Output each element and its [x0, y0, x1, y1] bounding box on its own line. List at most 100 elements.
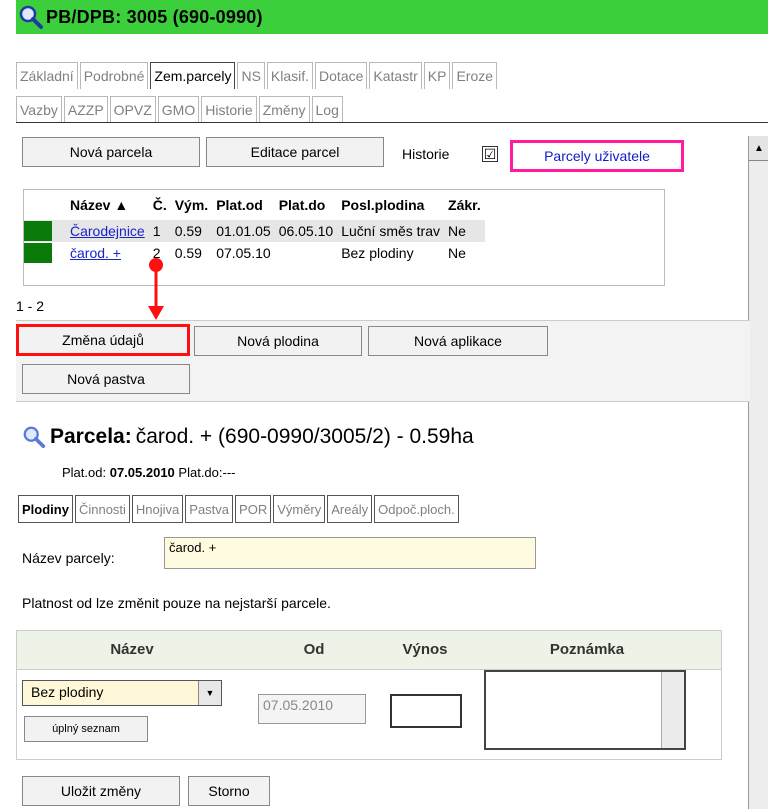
row-od: 07.05.10: [216, 245, 271, 261]
parcel-value: čarod. + (690-0990/3005/2) - 0.59ha: [135, 425, 474, 448]
plat-do-value: ---: [222, 465, 236, 480]
crop-select-value: Bez plodiny: [31, 684, 104, 700]
row-do: 06.05.10: [278, 223, 334, 239]
history-label: Historie: [402, 146, 450, 162]
tab-row-1: Základní Podrobné Zem.parcely NS Klasif.…: [16, 62, 499, 89]
tab-klasif[interactable]: Klasif.: [266, 62, 314, 89]
row-zakr: Ne: [448, 245, 466, 261]
name-field-input[interactable]: čarod. +: [164, 537, 536, 569]
textarea-scrollbar[interactable]: [661, 672, 684, 748]
change-data-button[interactable]: Změna údajů: [16, 324, 190, 356]
tab-gmo[interactable]: GMO: [157, 96, 200, 123]
tab-dotace[interactable]: Dotace: [315, 62, 368, 89]
row-plodina: Luční směs trav: [341, 223, 441, 239]
tab-vazby[interactable]: Vazby: [16, 96, 62, 123]
subtab-cinnosti[interactable]: Činnosti: [74, 495, 130, 523]
row-vym: 0.59: [174, 223, 202, 239]
col-od: Od: [303, 641, 325, 658]
tab-azzp[interactable]: AZZP: [63, 96, 108, 123]
new-application-button[interactable]: Nová aplikace: [368, 326, 548, 356]
tab-zakladni[interactable]: Základní: [16, 62, 78, 89]
search-icon: [19, 5, 43, 29]
tab-underline: [16, 122, 768, 123]
tab-zmeny[interactable]: Změny: [258, 96, 310, 123]
plat-od-label: Plat.od:: [62, 465, 107, 480]
col-vym[interactable]: Vým.: [171, 190, 212, 220]
page-title: PB/DPB: 3005 (690-0990): [46, 6, 263, 27]
save-changes-button[interactable]: Uložit změny: [22, 776, 180, 806]
note-textarea[interactable]: [484, 670, 686, 750]
row-do: [275, 242, 338, 264]
scroll-up-arrow-icon[interactable]: ▲: [749, 136, 768, 161]
yield-input[interactable]: [390, 694, 462, 728]
row-od: 01.01.05: [216, 223, 271, 239]
history-checkbox[interactable]: ☑: [482, 146, 498, 162]
row-c: 1: [152, 223, 161, 239]
tab-log[interactable]: Log: [311, 96, 343, 123]
tab-historie[interactable]: Historie: [201, 96, 257, 123]
col-nazev: Název: [110, 641, 154, 658]
col-color: [24, 190, 66, 220]
chevron-down-icon[interactable]: ▼: [198, 681, 221, 705]
col-name[interactable]: Název ▲: [66, 190, 149, 220]
tab-ns[interactable]: NS: [237, 62, 265, 89]
row-color-cell: [24, 242, 66, 264]
date-from-input[interactable]: 07.05.2010: [258, 694, 366, 724]
vertical-scrollbar[interactable]: ▲: [748, 136, 768, 809]
new-pasture-button[interactable]: Nová pastva: [22, 364, 190, 394]
tab-eroze[interactable]: Eroze: [452, 62, 498, 89]
subtab-arealy[interactable]: Areály: [327, 495, 373, 523]
parcel-validity: Plat.od: 07.05.2010 Plat.do:---: [62, 465, 236, 480]
parcel-link[interactable]: Čarodejnice: [70, 223, 145, 239]
cancel-button[interactable]: Storno: [188, 776, 270, 806]
window-titlebar: PB/DPB: 3005 (690-0990): [16, 0, 768, 34]
row-name[interactable]: čarod. +: [66, 242, 149, 264]
row-color-swatch: [24, 221, 52, 241]
col-posl-plodina[interactable]: Posl.plodina: [337, 190, 444, 220]
edit-parcels-button[interactable]: Editace parcel: [206, 137, 384, 167]
parcel-label: Parcela:: [50, 425, 132, 448]
table-row[interactable]: Čarodejnice 1 0.59 01.01.05 06.05.10 Luč…: [24, 220, 485, 242]
tab-zem-parcely[interactable]: Zem.parcely: [150, 62, 236, 89]
crop-select[interactable]: Bez plodiny ▼: [22, 680, 222, 706]
row-color-swatch: [24, 243, 52, 263]
parcel-grid: Název ▲ Č. Vým. Plat.od Plat.do Posl.plo…: [23, 189, 665, 286]
new-crop-button[interactable]: Nová plodina: [194, 326, 362, 356]
col-c[interactable]: Č.: [149, 190, 171, 220]
subtab-plodiny[interactable]: Plodiny: [18, 495, 73, 523]
row-name[interactable]: Čarodejnice: [66, 220, 149, 242]
plat-od-value: 07.05.2010: [109, 465, 175, 480]
grid-pager: 1 - 2: [16, 298, 45, 314]
parcel-table: Název ▲ Č. Vým. Plat.od Plat.do Posl.plo…: [24, 190, 485, 264]
tab-opvz[interactable]: OPVZ: [109, 96, 156, 123]
crop-table-header: Název Od Výnos Poznámka: [17, 631, 721, 670]
col-plat-od[interactable]: Plat.od: [212, 190, 275, 220]
parcel-subtabs: Plodiny Činnosti Hnojiva Pastva POR Výmě…: [18, 495, 461, 523]
tab-katastr[interactable]: Katastr: [369, 62, 422, 89]
subtab-vymery[interactable]: Výměry: [273, 495, 326, 523]
user-parcels-link[interactable]: Parcely uživatele: [510, 140, 684, 172]
subtab-odpoc-ploch[interactable]: Odpoč.ploch.: [374, 495, 459, 523]
col-plat-do[interactable]: Plat.do: [275, 190, 338, 220]
parcel-heading: Parcela: čarod. + (690-0990/3005/2) - 0.…: [22, 425, 474, 449]
row-zakr: Ne: [448, 223, 466, 239]
subtab-pastva[interactable]: Pastva: [185, 495, 234, 523]
annotation-arrow: [148, 258, 164, 320]
parcel-link[interactable]: čarod. +: [70, 245, 121, 261]
col-poznamka: Poznámka: [549, 641, 625, 658]
full-list-button[interactable]: úplný seznam: [24, 716, 148, 742]
table-row[interactable]: čarod. + 2 0.59 07.05.10 Bez plodiny Ne: [24, 242, 485, 264]
row-color-cell: [24, 220, 66, 242]
new-parcel-button[interactable]: Nová parcela: [22, 137, 200, 167]
validity-note: Platnost od lze změnit pouze na nejstarš…: [22, 595, 331, 611]
subtab-por[interactable]: POR: [235, 495, 272, 523]
table-header: Název ▲ Č. Vým. Plat.od Plat.do Posl.plo…: [24, 190, 485, 220]
search-icon: [23, 426, 46, 449]
col-zakr[interactable]: Zákr.: [444, 190, 485, 220]
plat-do-label: Plat.do:: [178, 465, 223, 480]
col-vynos: Výnos: [402, 641, 448, 658]
tab-podrobne[interactable]: Podrobné: [79, 62, 149, 89]
subtab-hnojiva[interactable]: Hnojiva: [131, 495, 184, 523]
tab-row-2: Vazby AZZP OPVZ GMO Historie Změny Log: [16, 96, 345, 123]
tab-kp[interactable]: KP: [423, 62, 451, 89]
